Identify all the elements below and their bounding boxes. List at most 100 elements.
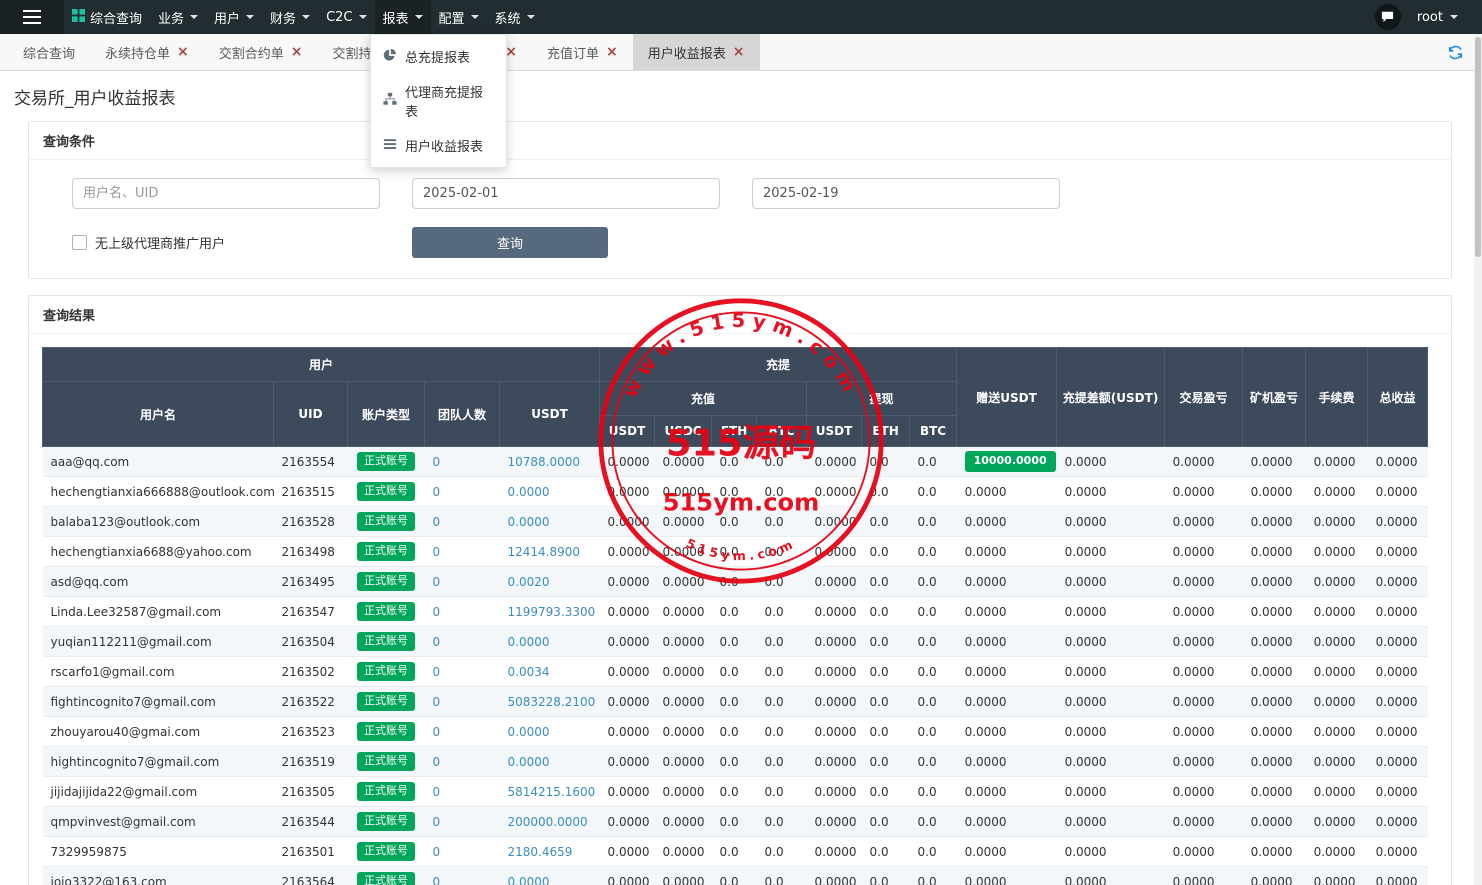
table-row: hechengtianxia6688@yahoo.com 2163498 正式账号 0… xyxy=(42,536,1428,567)
sidebar-toggle-button[interactable] xyxy=(0,0,64,34)
close-icon[interactable]: × xyxy=(177,45,189,59)
caret-down-icon xyxy=(1450,15,1458,19)
messages-button[interactable] xyxy=(1374,4,1401,30)
header-cell: 手续费 xyxy=(1305,347,1369,447)
nav-item-overview[interactable]: 综合查询 xyxy=(64,0,150,34)
usdt-balance-link[interactable]: 0.0000 xyxy=(508,635,550,649)
nav-item-system[interactable]: 系统 xyxy=(487,0,543,34)
cell-gift-usdt: 10000.0000 xyxy=(956,446,1057,477)
nav-item-finance[interactable]: 财务 xyxy=(262,0,318,34)
table-row: fightincognito7@gmail.com 2163522 正式账号 0 508… xyxy=(42,686,1428,717)
navbar-right: root xyxy=(1374,0,1482,34)
cell-account-type: 正式账号 xyxy=(347,746,425,777)
cell-amount: 0.0000 xyxy=(1305,626,1368,657)
nav-item-c2c[interactable]: C2C xyxy=(318,0,374,34)
dropdown-item-total-deposit-withdraw-report[interactable]: 总充提报表 xyxy=(371,39,506,74)
usdt-balance-link[interactable]: 0.0000 xyxy=(508,515,550,529)
usdt-balance-link[interactable]: 0.0000 xyxy=(508,755,550,769)
team-count-link[interactable]: 0 xyxy=(433,605,441,619)
usdt-balance-link[interactable]: 0.0000 xyxy=(508,875,550,885)
cell-amount: 0.0000 xyxy=(806,476,862,507)
cell-amount: 0.0000 xyxy=(1056,836,1165,867)
scrollbar-thumb[interactable] xyxy=(1475,37,1481,257)
search-button[interactable]: 查询 xyxy=(412,227,608,258)
usdt-balance-link[interactable]: 10788.0000 xyxy=(508,455,581,469)
username-input[interactable] xyxy=(72,178,380,209)
team-count-link[interactable]: 0 xyxy=(433,755,441,769)
tab-deposit-orders[interactable]: 充值订单 × xyxy=(532,34,633,70)
usdt-balance-link[interactable]: 0.0000 xyxy=(508,485,550,499)
header-cell: USDT xyxy=(498,381,601,447)
team-count-link[interactable]: 0 xyxy=(433,695,441,709)
cell-amount: 0.0000 xyxy=(599,716,655,747)
cell-amount: 0.0000 xyxy=(1056,716,1165,747)
cell-gift-usdt: 0.0000 xyxy=(956,806,1057,837)
nav-item-config[interactable]: 配置 xyxy=(431,0,487,34)
team-count-link[interactable]: 0 xyxy=(433,785,441,799)
team-count-link[interactable]: 0 xyxy=(433,485,441,499)
cell-gift-usdt: 0.0000 xyxy=(956,476,1057,507)
header-group-user: 用户 xyxy=(41,347,601,382)
usdt-balance-link[interactable]: 200000.0000 xyxy=(508,815,588,829)
close-icon[interactable]: × xyxy=(291,45,303,59)
usdt-balance-link[interactable]: 2180.4659 xyxy=(508,845,573,859)
usdt-balance-link[interactable]: 1199793.3300 xyxy=(508,605,596,619)
tab-overview[interactable]: 综合查询 xyxy=(8,34,90,70)
cell-username: balaba123@outlook.com xyxy=(42,506,274,537)
close-icon[interactable]: × xyxy=(733,45,745,59)
cell-amount: 0.0000 xyxy=(1367,476,1428,507)
usdt-balance-link[interactable]: 0.0034 xyxy=(508,665,550,679)
date-to-input[interactable] xyxy=(752,178,1060,209)
tab-delivery-contracts[interactable]: 交割合约单 × xyxy=(204,34,318,70)
cell-amount: 0.0 xyxy=(861,476,910,507)
team-count-link[interactable]: 0 xyxy=(433,815,441,829)
nav-item-user[interactable]: 用户 xyxy=(206,0,262,34)
user-menu[interactable]: root xyxy=(1417,10,1458,25)
cell-amount: 0.0000 xyxy=(1164,776,1243,807)
nav-item-report[interactable]: 报表 xyxy=(374,0,431,34)
table-row: hightincognito7@gmail.com 2163519 正式账号 0 0.0… xyxy=(42,746,1428,777)
usdt-balance-link[interactable]: 0.0000 xyxy=(508,725,550,739)
cell-amount: 0.0000 xyxy=(1056,656,1165,687)
team-count-link[interactable]: 0 xyxy=(433,635,441,649)
team-count-link[interactable]: 0 xyxy=(433,545,441,559)
cell-amount: 0.0000 xyxy=(654,656,712,687)
usdt-balance-link[interactable]: 12414.8900 xyxy=(508,545,581,559)
close-icon[interactable]: × xyxy=(505,45,517,59)
cell-amount: 0.0000 xyxy=(1056,446,1165,477)
tab-label: 永续持仓单 xyxy=(105,46,171,62)
tab-perpetual-positions[interactable]: 永续持仓单 × xyxy=(90,34,204,70)
dropdown-item-agent-deposit-withdraw-report[interactable]: 代理商充提报表 xyxy=(371,74,506,128)
team-count-link[interactable]: 0 xyxy=(433,845,441,859)
cell-uid: 2163564 xyxy=(273,866,348,885)
team-count-link[interactable]: 0 xyxy=(433,575,441,589)
team-count-link[interactable]: 0 xyxy=(433,665,441,679)
cell-amount: 0.0 xyxy=(909,506,957,537)
cell-amount: 0.0 xyxy=(756,596,807,627)
cell-amount: 0.0000 xyxy=(806,656,862,687)
usdt-balance-link[interactable]: 5083228.2100 xyxy=(508,695,596,709)
team-count-link[interactable]: 0 xyxy=(433,725,441,739)
nav-item-business[interactable]: 业务 xyxy=(150,0,206,34)
usdt-balance-link[interactable]: 5814215.1600 xyxy=(508,785,596,799)
date-from-input[interactable] xyxy=(412,178,720,209)
team-count-link[interactable]: 0 xyxy=(433,875,441,885)
cell-amount: 0.0 xyxy=(861,656,910,687)
vertical-scrollbar[interactable] xyxy=(1474,34,1482,885)
table-body: aaa@qq.com 2163554 正式账号 0 10788.0000 0.0000 0.… xyxy=(42,446,1428,885)
cell-amount: 0.0000 xyxy=(1242,806,1306,837)
cell-gift-usdt: 0.0000 xyxy=(956,836,1057,867)
usdt-balance-link[interactable]: 0.0020 xyxy=(508,575,550,589)
account-type-badge: 正式账号 xyxy=(357,632,415,651)
cell-amount: 0.0 xyxy=(861,596,910,627)
dropdown-item-user-revenue-report[interactable]: 用户收益报表 xyxy=(371,128,506,163)
close-icon[interactable]: × xyxy=(606,45,618,59)
team-count-link[interactable]: 0 xyxy=(433,455,441,469)
cell-amount: 0.0 xyxy=(756,446,807,477)
cell-uid: 2163501 xyxy=(273,836,348,867)
refresh-button[interactable] xyxy=(1447,34,1464,70)
no-agent-checkbox[interactable] xyxy=(72,235,87,250)
team-count-link[interactable]: 0 xyxy=(433,515,441,529)
cell-amount: 0.0000 xyxy=(1056,776,1165,807)
tab-user-revenue-report[interactable]: 用户收益报表 × xyxy=(632,34,760,70)
